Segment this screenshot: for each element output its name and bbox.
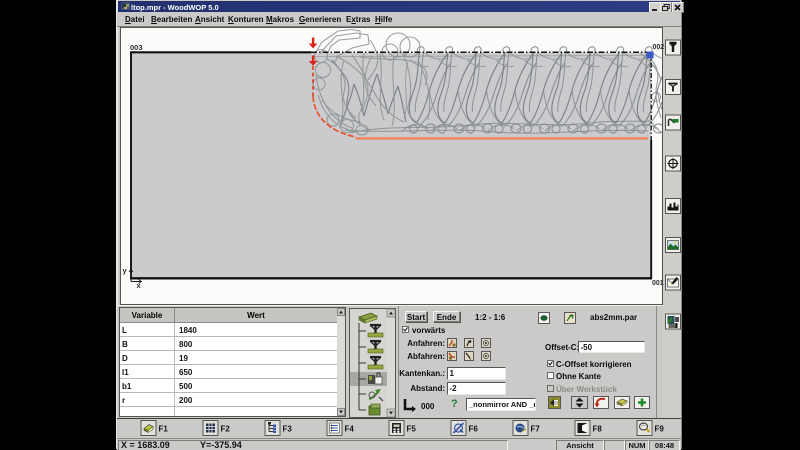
svg-text:F6: F6	[469, 425, 479, 434]
svg-text:F9: F9	[655, 425, 665, 434]
svg-text:y: y	[123, 266, 128, 275]
svg-text:F7: F7	[531, 425, 541, 434]
svg-text:F2: F2	[221, 425, 231, 434]
svg-text:003: 003	[130, 43, 143, 52]
svg-text:F4: F4	[345, 425, 355, 434]
svg-text:F8: F8	[593, 425, 603, 434]
svg-text:F1: F1	[159, 425, 169, 434]
svg-text:F3: F3	[283, 425, 293, 434]
svg-text:F5: F5	[407, 425, 417, 434]
